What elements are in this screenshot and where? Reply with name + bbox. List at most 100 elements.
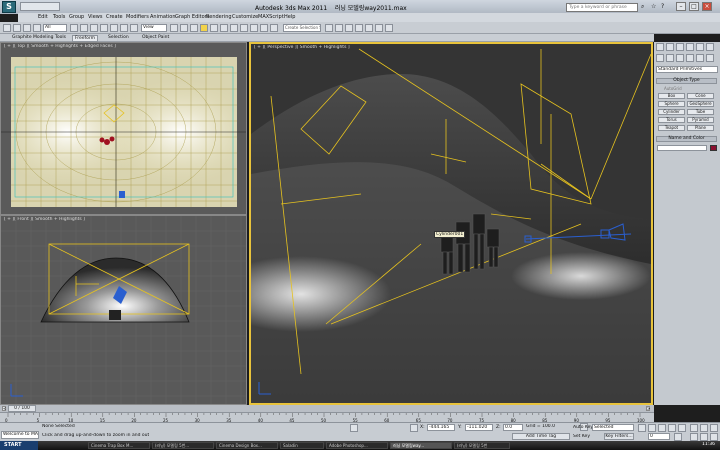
taskbar-item[interactable]: (러닝) 모델링 5번...	[152, 442, 214, 449]
time-slider-thumb[interactable]: 0 / 100	[8, 405, 36, 412]
plane-button[interactable]: Plane	[687, 125, 714, 131]
lights-icon[interactable]	[676, 54, 684, 62]
pyramid-button[interactable]: Pyramid	[687, 117, 714, 123]
mirror-icon[interactable]	[250, 24, 258, 32]
menu-edit[interactable]: Edit	[38, 14, 48, 20]
play-icon[interactable]	[658, 424, 666, 432]
pan-icon[interactable]	[700, 433, 708, 441]
app-logo-icon[interactable]: S	[2, 1, 16, 13]
object-color-swatch[interactable]	[710, 145, 717, 151]
percent-snap-icon[interactable]	[220, 24, 228, 32]
sphere-button[interactable]: Sphere	[658, 101, 685, 107]
zoom-icon[interactable]	[690, 424, 698, 432]
unlink-icon[interactable]	[33, 24, 41, 32]
search-input[interactable]: Type a keyword or phrase	[566, 3, 638, 12]
absolute-mode-icon[interactable]	[410, 424, 418, 432]
maxscript-listener[interactable]: Welcome to MA	[1, 431, 39, 439]
taskbar-item-active[interactable]: 러닝 모델링way...	[390, 442, 452, 449]
taskbar-item[interactable]: Cinema Design Box...	[216, 442, 278, 449]
select-by-name-icon[interactable]	[80, 24, 88, 32]
utilities-tab-icon[interactable]	[706, 43, 714, 51]
select-manipulate-icon[interactable]	[180, 24, 188, 32]
render-setup-icon[interactable]	[365, 24, 373, 32]
viewport-top-label[interactable]: [ + ][ Top ][ Smooth + Highlights + Edge…	[4, 44, 116, 49]
maximize-button[interactable]: □	[689, 2, 699, 11]
add-time-tag-button[interactable]: Add Time Tag	[512, 433, 570, 440]
select-move-icon[interactable]	[110, 24, 118, 32]
curve-editor-icon[interactable]	[335, 24, 343, 32]
time-slider-track[interactable]: < 0 / 100 >	[0, 405, 654, 412]
rectangular-selection-icon[interactable]	[90, 24, 98, 32]
menu-rendering[interactable]: Rendering	[206, 14, 232, 20]
z-coordinate-field[interactable]: 0.0	[503, 424, 523, 431]
field-of-view-icon[interactable]	[690, 433, 698, 441]
help-icon[interactable]: ?	[661, 3, 664, 10]
geosphere-button[interactable]: GeoSphere	[687, 101, 714, 107]
key-filters-button[interactable]: Key Filters...	[604, 433, 634, 440]
spinner-snap-icon[interactable]	[230, 24, 238, 32]
viewport-perspective-label[interactable]: [ + ][ Perspective ][ Smooth + Highlight…	[254, 45, 350, 50]
edit-named-selection-icon[interactable]	[240, 24, 248, 32]
menu-group[interactable]: Group	[69, 14, 84, 20]
close-button[interactable]: ×	[702, 2, 712, 11]
window-crossing-icon[interactable]	[100, 24, 108, 32]
key-mode-dropdown[interactable]: Selected	[592, 424, 634, 431]
object-category-dropdown[interactable]: Standard Primitives	[656, 66, 718, 73]
tab-object-paint[interactable]: Object Paint	[142, 35, 169, 40]
undo-icon[interactable]	[3, 24, 11, 32]
object-name-field[interactable]	[657, 145, 707, 151]
menu-maxscript[interactable]: MAXScript	[258, 14, 284, 20]
auto-key-button[interactable]: Auto Key	[573, 425, 593, 430]
keyboard-shortcut-icon[interactable]	[190, 24, 198, 32]
y-coordinate-field[interactable]: -111.020	[465, 424, 493, 431]
material-editor-icon[interactable]	[355, 24, 363, 32]
shapes-icon[interactable]	[666, 54, 674, 62]
hierarchy-tab-icon[interactable]	[676, 43, 684, 51]
next-frame-icon[interactable]	[668, 424, 676, 432]
object-type-rollout[interactable]: Object Type	[656, 78, 717, 84]
next-frame-arrow[interactable]: >	[646, 406, 650, 411]
cameras-icon[interactable]	[686, 54, 694, 62]
x-coordinate-field[interactable]: -444.165	[427, 424, 455, 431]
link-icon[interactable]	[23, 24, 31, 32]
rendered-frame-window-icon[interactable]	[375, 24, 383, 32]
go-to-start-icon[interactable]	[638, 424, 646, 432]
autogrid-checkbox[interactable]: AutoGrid	[664, 86, 682, 91]
go-to-end-icon[interactable]	[678, 424, 686, 432]
time-configuration-icon[interactable]	[674, 433, 682, 441]
name-color-rollout[interactable]: Name and Color	[656, 136, 717, 142]
tab-freeform[interactable]: Freeform	[72, 35, 99, 42]
motion-tab-icon[interactable]	[686, 43, 694, 51]
graphite-toggle-icon[interactable]	[325, 24, 333, 32]
menu-animation[interactable]: Animation	[150, 14, 176, 20]
modify-tab-icon[interactable]	[666, 43, 674, 51]
track-bar[interactable]: 0 5 10 15 20 25 30 35 40 45 50 55 60 65 70 75 80 85 90 95 10…	[0, 412, 654, 423]
redo-icon[interactable]	[13, 24, 21, 32]
search-icon[interactable]: ⌕	[641, 3, 644, 11]
characters-front[interactable]	[109, 310, 121, 320]
menu-graph-editors[interactable]: Graph Editors	[175, 14, 209, 20]
zoom-extents-icon[interactable]	[710, 424, 718, 432]
menu-modifiers[interactable]: Modifiers	[126, 14, 149, 20]
taskbar-item[interactable]: Cinema Trap Box M...	[88, 442, 150, 449]
character-group[interactable]	[104, 139, 110, 145]
menu-views[interactable]: Views	[88, 14, 102, 20]
tab-selection[interactable]: Selection	[108, 35, 129, 40]
current-frame-field[interactable]: 0	[648, 433, 670, 440]
angle-snap-icon[interactable]	[210, 24, 218, 32]
systems-icon[interactable]	[706, 54, 714, 62]
helpers-icon[interactable]	[696, 54, 704, 62]
quick-access-toolbar[interactable]	[20, 2, 60, 11]
reference-coordinate-dropdown[interactable]: View	[141, 24, 167, 32]
snaps-toggle-icon[interactable]	[200, 24, 208, 32]
menu-create[interactable]: Create	[106, 14, 123, 20]
infocenter-icon[interactable]: ☆	[651, 3, 656, 10]
maximize-viewport-icon[interactable]	[710, 433, 718, 441]
tube-button[interactable]: Tube	[687, 109, 714, 115]
pivot-center-icon[interactable]	[170, 24, 178, 32]
taskbar-item[interactable]: Saladin	[280, 442, 324, 449]
layer-manager-icon[interactable]	[270, 24, 278, 32]
create-tab-icon[interactable]	[656, 43, 664, 51]
taskbar-item[interactable]: Adobe Photoshop...	[326, 442, 388, 449]
select-rotate-icon[interactable]	[120, 24, 128, 32]
